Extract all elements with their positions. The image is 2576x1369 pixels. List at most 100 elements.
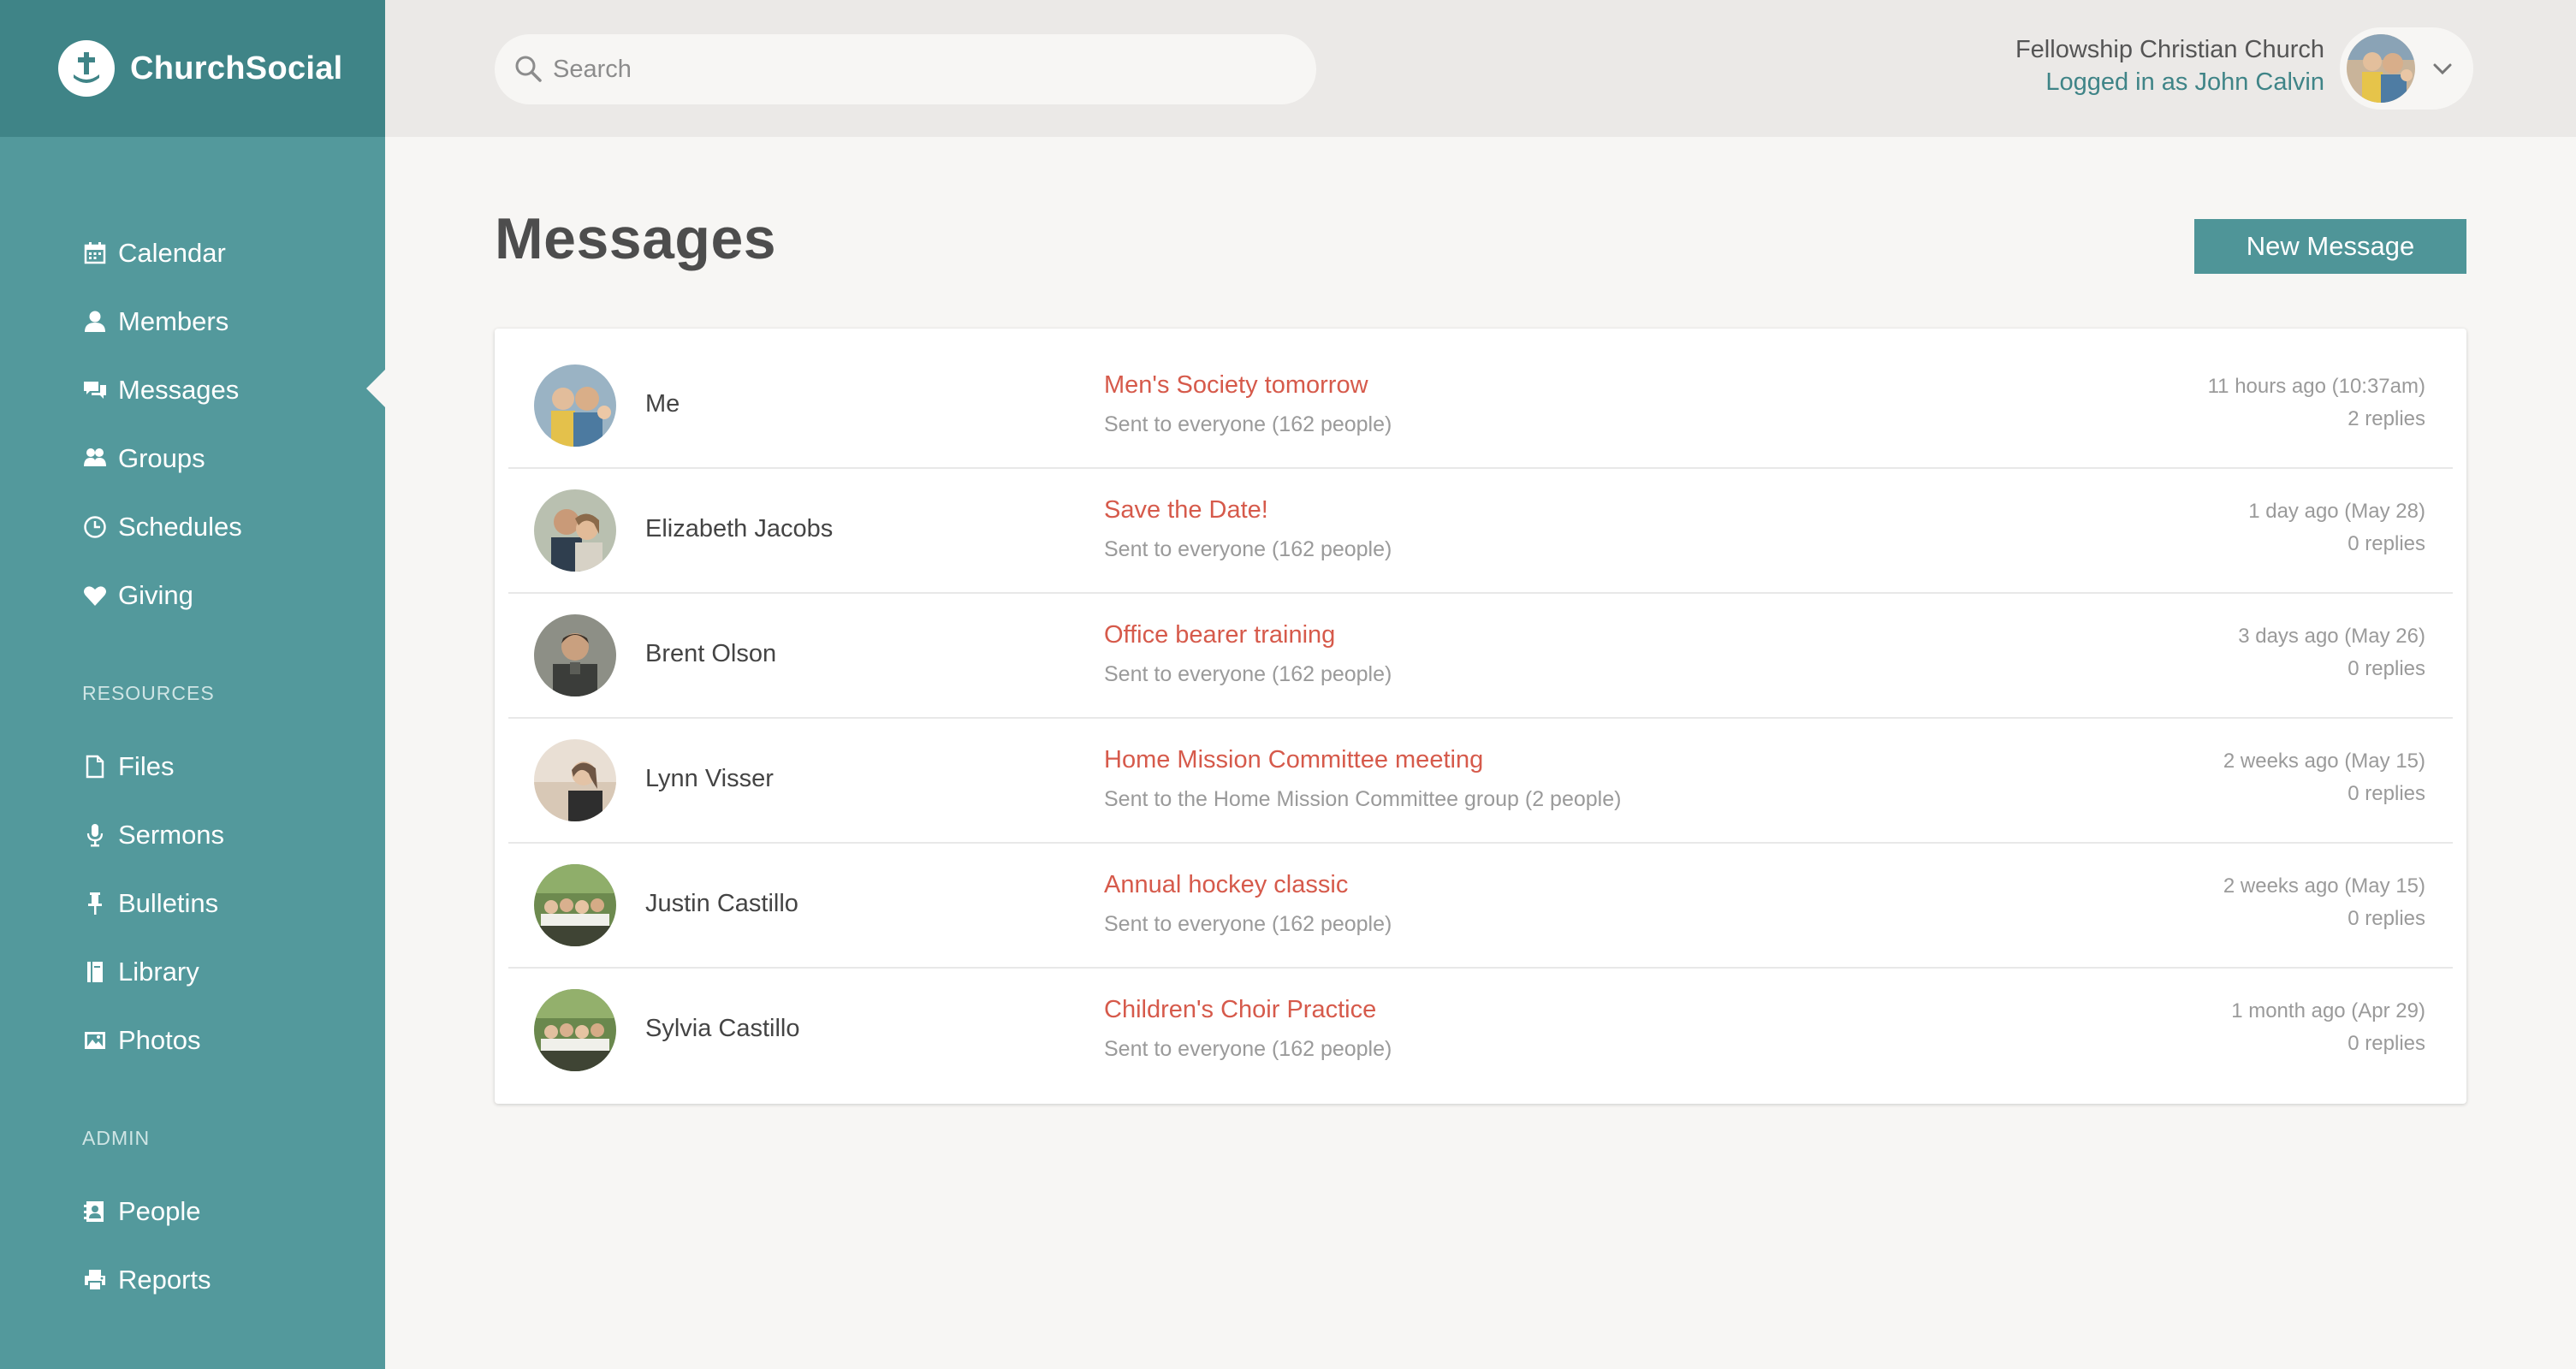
top-bar: Fellowship Christian Church Logged in as… (385, 0, 2576, 137)
sidebar-item-label: Groups (118, 443, 205, 473)
sender-name: Sylvia Castillo (645, 1015, 800, 1042)
message-subject[interactable]: Office bearer training (1104, 621, 1335, 649)
sidebar-item-groups[interactable]: Groups (82, 433, 205, 484)
message-recipients: Sent to everyone (162 people) (1104, 1037, 1392, 1061)
avatar (534, 864, 616, 946)
reply-count: 2 replies (2347, 407, 2425, 430)
book-icon (82, 959, 108, 985)
file-icon (82, 754, 108, 779)
message-subject[interactable]: Annual hockey classic (1104, 871, 1348, 899)
picture-icon (82, 1028, 108, 1053)
contact-card-icon (82, 1199, 108, 1224)
sidebar-item-bulletins[interactable]: Bulletins (82, 878, 218, 929)
sidebar-item-calendar[interactable]: Calendar (82, 228, 226, 279)
resources-heading: RESOURCES (82, 682, 215, 704)
admin-heading: ADMIN (82, 1127, 151, 1149)
sidebar-item-sermons[interactable]: Sermons (82, 809, 224, 861)
sidebar-item-label: People (118, 1196, 201, 1226)
message-time: 1 day ago (May 28) (2248, 500, 2425, 523)
message-time: 11 hours ago (10:37am) (2207, 375, 2425, 398)
sender-name: Me (645, 390, 680, 418)
message-time: 2 weeks ago (May 15) (2223, 874, 2425, 898)
sender-name: Brent Olson (645, 640, 777, 667)
message-row[interactable]: Justin Castillo Annual hockey classic Se… (508, 842, 2453, 969)
reply-count: 0 replies (2347, 657, 2425, 680)
sidebar-item-label: Messages (118, 375, 240, 405)
microphone-icon (82, 822, 108, 848)
message-row[interactable]: Lynn Visser Home Mission Committee meeti… (508, 717, 2453, 844)
reply-count: 0 replies (2347, 532, 2425, 555)
printer-icon (82, 1267, 108, 1293)
sidebar-item-members[interactable]: Members (82, 296, 229, 347)
brand-name: ChurchSocial (130, 50, 343, 86)
clock-icon (82, 514, 108, 540)
message-time: 3 days ago (May 26) (2238, 625, 2425, 648)
sidebar-item-label: Files (118, 751, 175, 781)
message-time: 1 month ago (Apr 29) (2231, 999, 2425, 1022)
sidebar-item-label: Library (118, 957, 199, 987)
sidebar-item-messages[interactable]: Messages (82, 364, 239, 416)
new-message-button[interactable]: New Message (2194, 219, 2466, 274)
reply-count: 0 replies (2347, 1032, 2425, 1055)
calendar-icon (82, 240, 108, 266)
message-subject[interactable]: Home Mission Committee meeting (1104, 746, 1483, 774)
sidebar-item-schedules[interactable]: Schedules (82, 501, 242, 553)
sidebar-item-photos[interactable]: Photos (82, 1015, 201, 1066)
message-subject[interactable]: Children's Choir Practice (1104, 996, 1376, 1024)
search-icon (513, 54, 544, 85)
search-input[interactable] (551, 54, 1256, 85)
chevron-down-icon (2429, 55, 2456, 82)
sidebar-item-reports[interactable]: Reports (82, 1254, 211, 1306)
churchsocial-logo-icon (58, 40, 115, 97)
message-row[interactable]: Brent Olson Office bearer training Sent … (508, 592, 2453, 719)
message-recipients: Sent to everyone (162 people) (1104, 412, 1392, 436)
avatar (2347, 34, 2415, 103)
pushpin-icon (82, 891, 108, 916)
page-title: Messages (495, 206, 777, 271)
sidebar-item-label: Bulletins (118, 888, 219, 918)
search-box[interactable] (495, 34, 1316, 104)
sender-name: Elizabeth Jacobs (645, 515, 834, 542)
account-area: Fellowship Christian Church Logged in as… (1977, 0, 2576, 137)
chat-bubbles-icon (82, 377, 108, 403)
reply-count: 0 replies (2347, 907, 2425, 930)
message-subject[interactable]: Save the Date! (1104, 496, 1268, 524)
sidebar-item-files[interactable]: Files (82, 741, 174, 792)
sidebar-item-label: Reports (118, 1265, 211, 1295)
sidebar-item-people[interactable]: People (82, 1186, 201, 1237)
sidebar: ChurchSocial Calendar Members Messages G… (0, 0, 385, 1369)
message-row[interactable]: Elizabeth Jacobs Save the Date! Sent to … (508, 467, 2453, 594)
message-row[interactable]: Me Men's Society tomorrow Sent to everyo… (508, 342, 2453, 469)
message-recipients: Sent to everyone (162 people) (1104, 537, 1392, 561)
avatar (534, 614, 616, 696)
avatar (534, 364, 616, 447)
account-menu-button[interactable] (2340, 27, 2473, 110)
reply-count: 0 replies (2347, 782, 2425, 805)
message-list: Me Men's Society tomorrow Sent to everyo… (495, 329, 2466, 1104)
message-recipients: Sent to everyone (162 people) (1104, 662, 1392, 686)
sender-name: Justin Castillo (645, 890, 798, 917)
avatar (534, 739, 616, 821)
active-item-indicator (366, 370, 385, 407)
message-recipients: Sent to the Home Mission Committee group… (1104, 787, 1622, 811)
avatar (534, 989, 616, 1071)
message-recipients: Sent to everyone (162 people) (1104, 912, 1392, 936)
sidebar-item-label: Sermons (118, 820, 225, 850)
person-icon (82, 309, 108, 335)
sender-name: Lynn Visser (645, 765, 774, 792)
message-time: 2 weeks ago (May 15) (2223, 750, 2425, 773)
heart-icon (82, 583, 108, 608)
sidebar-item-label: Schedules (118, 512, 242, 542)
logged-in-user[interactable]: Logged in as John Calvin (2045, 68, 2324, 97)
sidebar-item-label: Photos (118, 1025, 201, 1055)
sidebar-item-label: Giving (118, 580, 193, 610)
sidebar-item-library[interactable]: Library (82, 946, 199, 998)
sidebar-item-label: Members (118, 306, 229, 336)
group-icon (82, 446, 108, 471)
sidebar-item-label: Calendar (118, 238, 226, 268)
message-row[interactable]: Sylvia Castillo Children's Choir Practic… (508, 967, 2453, 1092)
organization-name: Fellowship Christian Church (2015, 36, 2324, 63)
sidebar-item-giving[interactable]: Giving (82, 570, 193, 621)
message-subject[interactable]: Men's Society tomorrow (1104, 371, 1368, 400)
brand-header[interactable]: ChurchSocial (0, 0, 385, 137)
